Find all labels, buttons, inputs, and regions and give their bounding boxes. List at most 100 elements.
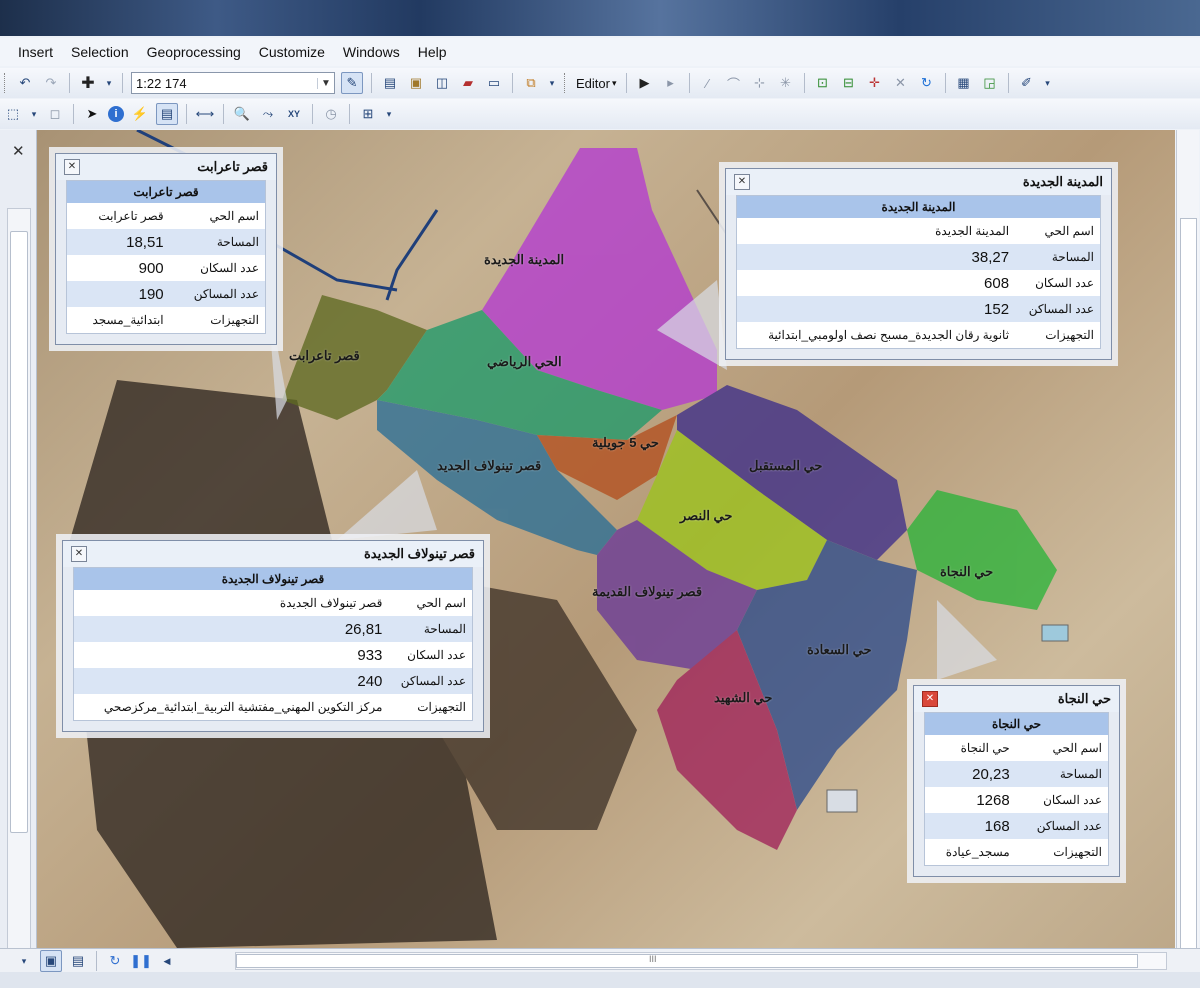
map-label: قصر تاعرابت bbox=[289, 348, 360, 363]
attribute-table-header: قصر تاعرابت bbox=[67, 181, 265, 203]
menu-insert[interactable]: Insert bbox=[0, 44, 62, 60]
horizontal-scrollbar[interactable]: III bbox=[235, 952, 1167, 970]
field-label: اسم الحي bbox=[209, 209, 259, 223]
field-value: قصر تينولاف الجديدة bbox=[279, 596, 383, 610]
create-features-icon[interactable]: ✐ bbox=[1017, 73, 1037, 93]
select-features-icon[interactable]: ⬚ bbox=[3, 104, 23, 124]
data-view-icon[interactable]: ▣ bbox=[40, 950, 62, 972]
endpoint-arc-icon[interactable]: ⌒ bbox=[724, 73, 744, 93]
menu-windows[interactable]: Windows bbox=[334, 44, 409, 60]
district-najat[interactable] bbox=[907, 490, 1057, 610]
road bbox=[385, 209, 439, 301]
close-icon[interactable]: ✕ bbox=[734, 174, 750, 190]
chevron-down-icon[interactable]: ▼ bbox=[317, 77, 334, 89]
left-vertical-scrollbar[interactable] bbox=[7, 208, 31, 950]
close-icon[interactable]: ✕ bbox=[64, 159, 80, 175]
field-label: المساحة bbox=[1015, 244, 1100, 270]
menu-customize[interactable]: Customize bbox=[250, 44, 334, 60]
editor-menu[interactable]: Editor ▾ bbox=[572, 76, 621, 91]
menu-geoprocessing[interactable]: Geoprocessing bbox=[138, 44, 250, 60]
separator bbox=[186, 104, 187, 124]
add-data-icon[interactable]: ✚ bbox=[78, 73, 98, 93]
cut-polygons-icon[interactable]: ✛ bbox=[865, 73, 885, 93]
field-label: عدد المساكن bbox=[1015, 296, 1100, 322]
editor-toolbar-icon[interactable]: ✎ bbox=[341, 72, 363, 94]
clear-selection-icon[interactable]: ◻ bbox=[45, 104, 65, 124]
hyperlink-icon[interactable]: ⚡ bbox=[130, 104, 150, 124]
rotate-icon[interactable]: ↻ bbox=[917, 73, 937, 93]
edit-annotation-icon[interactable]: ▸ bbox=[661, 73, 681, 93]
redo-icon[interactable]: ↷ bbox=[41, 73, 61, 93]
scrollbar-thumb[interactable] bbox=[1180, 218, 1197, 950]
find-route-icon[interactable]: ⤳ bbox=[258, 104, 278, 124]
go-to-xy-icon[interactable]: XY bbox=[284, 104, 304, 124]
separator bbox=[349, 104, 350, 124]
edit-vertices-icon[interactable]: ⊡ bbox=[813, 73, 833, 93]
measure-icon[interactable]: ⟷ bbox=[195, 104, 215, 124]
table-of-contents-icon[interactable]: ▤ bbox=[380, 73, 400, 93]
identify-popup-tinoulaf-new[interactable]: ✕ قصر تينولاف الجديدة قصر تينولاف الجديدة… bbox=[62, 540, 484, 732]
identify-popup-najat[interactable]: ✕ حي النجاة حي النجاة اسم الحي حي النجاة ا… bbox=[913, 685, 1120, 877]
straight-segment-icon[interactable]: ∕ bbox=[698, 73, 718, 93]
field-label: عدد السكان bbox=[407, 648, 466, 662]
identify-popup-new-city[interactable]: ✕ المدينة الجديدة المدينة الجديدة اسم الح… bbox=[725, 168, 1112, 360]
separator bbox=[371, 73, 372, 93]
refresh-icon[interactable]: ↻ bbox=[105, 951, 125, 971]
html-popup-icon[interactable]: ▤ bbox=[156, 103, 178, 125]
python-window-icon[interactable]: ▭ bbox=[484, 73, 504, 93]
create-viewer-icon[interactable]: ⊞ bbox=[358, 104, 378, 124]
model-builder-icon[interactable]: ⧉ bbox=[521, 73, 541, 93]
catalog-icon[interactable]: ▣ bbox=[406, 73, 426, 93]
split-icon[interactable]: ✕ bbox=[891, 73, 911, 93]
trace-icon[interactable]: ⊹ bbox=[750, 73, 770, 93]
close-icon[interactable]: ✕ bbox=[12, 142, 25, 160]
attributes-icon[interactable]: ▦ bbox=[954, 73, 974, 93]
map-label: الحي الرياضي bbox=[487, 354, 562, 369]
layout-view-icon[interactable]: ▤ bbox=[68, 951, 88, 971]
identify-popup-qasr-taarabt[interactable]: ✕ قصر تاعرابت قصر تاعرابت اسم الحي قصر تاع… bbox=[55, 153, 277, 345]
undo-icon[interactable]: ↶ bbox=[15, 73, 35, 93]
identify-icon[interactable]: i bbox=[108, 106, 124, 122]
popup-callout bbox=[937, 600, 997, 680]
scrollbar-thumb[interactable]: III bbox=[236, 954, 1138, 968]
menu-selection[interactable]: Selection bbox=[62, 44, 138, 60]
reshape-icon[interactable]: ⊟ bbox=[839, 73, 859, 93]
time-slider-icon[interactable]: ◷ bbox=[321, 104, 341, 124]
map-scale-value: 1:22 174 bbox=[136, 75, 187, 91]
find-icon[interactable]: 🔍 bbox=[232, 104, 252, 124]
arctoolbox-icon[interactable]: ▰ bbox=[458, 73, 478, 93]
toolbar-grip[interactable] bbox=[564, 73, 568, 93]
chevron-down-icon[interactable]: ▾ bbox=[104, 73, 114, 93]
sketch-properties-icon[interactable]: ◲ bbox=[980, 73, 1000, 93]
point-icon[interactable]: ✳ bbox=[776, 73, 796, 93]
field-label: التجهيزات bbox=[417, 700, 466, 714]
menu-help[interactable]: Help bbox=[409, 44, 456, 60]
chevron-down-icon[interactable]: ▾ bbox=[1043, 73, 1053, 93]
search-window-icon[interactable]: ◫ bbox=[432, 73, 452, 93]
pause-drawing-icon[interactable]: ❚❚ bbox=[130, 951, 152, 971]
popup-title: حي النجاة bbox=[1057, 691, 1111, 706]
map-scale-combo[interactable]: 1:22 174 ▼ bbox=[131, 72, 335, 94]
chevron-down-icon[interactable]: ▾ bbox=[384, 104, 394, 124]
close-icon[interactable]: ✕ bbox=[71, 546, 87, 562]
right-vertical-scrollbar[interactable] bbox=[1176, 130, 1199, 950]
field-value: قصر تاعرابت bbox=[98, 209, 164, 223]
map-label: حي المستقبل bbox=[749, 458, 823, 473]
title-strip bbox=[0, 0, 1200, 36]
toolbar-grip[interactable] bbox=[4, 73, 8, 93]
chevron-down-icon[interactable]: ▾ bbox=[14, 951, 34, 971]
scrollbar-thumb[interactable] bbox=[10, 231, 28, 833]
popup-callout bbox=[337, 470, 437, 540]
chevron-down-icon[interactable]: ▾ bbox=[29, 104, 39, 124]
edit-tool-icon[interactable]: ▶ bbox=[635, 73, 655, 93]
close-icon[interactable]: ✕ bbox=[922, 691, 938, 707]
field-value: 38,27 bbox=[737, 244, 1016, 270]
select-elements-icon[interactable]: ➤ bbox=[82, 104, 102, 124]
field-label: اسم الحي bbox=[1052, 741, 1102, 755]
field-value: 20,23 bbox=[925, 761, 1016, 787]
chevron-down-icon[interactable]: ▾ bbox=[547, 73, 557, 93]
field-label: المساحة bbox=[1015, 761, 1108, 787]
scroll-left-icon[interactable]: ◀ bbox=[157, 951, 177, 971]
separator bbox=[122, 73, 123, 93]
scrollbar-grip-icon: III bbox=[649, 954, 657, 964]
